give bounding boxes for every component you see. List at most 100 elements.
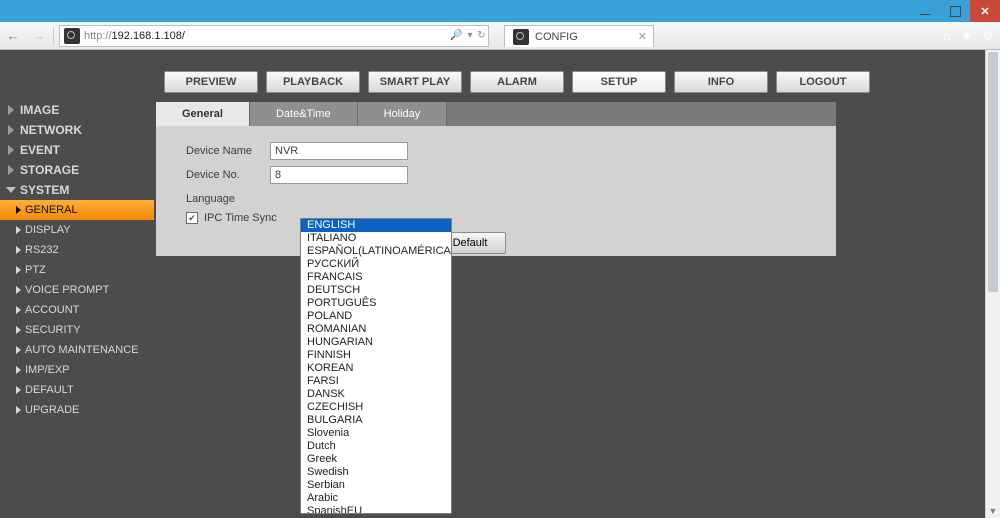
sidebar-item-default[interactable]: DEFAULT — [0, 380, 154, 400]
nav-setup[interactable]: SETUP — [572, 71, 666, 93]
home-icon[interactable]: ⌂ — [943, 28, 951, 44]
scroll-handle[interactable] — [988, 52, 998, 292]
language-option[interactable]: HUNGARIAN — [301, 336, 451, 349]
url-scheme: http:// — [84, 30, 112, 42]
sidebar-section-system[interactable]: SYSTEM — [0, 180, 154, 200]
ipc-time-sync-row[interactable]: ✔ IPC Time Sync — [186, 212, 836, 224]
sidebar-item-auto-maintenance[interactable]: AUTO MAINTENANCE — [0, 340, 154, 360]
window-close-button[interactable] — [970, 0, 1000, 22]
sidebar-item-imp-exp[interactable]: IMP/EXP — [0, 360, 154, 380]
sidebar: IMAGE NETWORK EVENT STORAGE SYSTEM GENER… — [0, 50, 154, 518]
language-option[interactable]: KOREAN — [301, 362, 451, 375]
language-option[interactable]: SpanishEU — [301, 505, 451, 514]
nav-info[interactable]: INFO — [674, 71, 768, 93]
language-option[interactable]: Slovenia — [301, 427, 451, 440]
window-minimize-button[interactable] — [910, 0, 940, 22]
forward-button[interactable]: → — [26, 25, 52, 47]
language-option[interactable]: ENGLISH — [301, 219, 451, 232]
tab-general[interactable]: General — [156, 102, 250, 126]
sidebar-item-account[interactable]: ACCOUNT — [0, 300, 154, 320]
favorites-icon[interactable]: ★ — [961, 28, 973, 44]
sidebar-section-storage[interactable]: STORAGE — [0, 160, 154, 180]
tab-title: CONFIG — [535, 31, 578, 43]
sidebar-item-display[interactable]: DISPLAY — [0, 220, 154, 240]
nav-preview[interactable]: PREVIEW — [164, 71, 258, 93]
language-option[interactable]: ESPAÑOL(LATINOAMÉRICA) — [301, 245, 451, 258]
language-option[interactable]: Serbian — [301, 479, 451, 492]
sidebar-item-label: GENERAL — [25, 204, 78, 216]
url-host: 192.168.1.108/ — [112, 30, 185, 42]
sidebar-item-upgrade[interactable]: UPGRADE — [0, 400, 154, 420]
sidebar-label: IMAGE — [20, 103, 59, 117]
app-root: IMAGE NETWORK EVENT STORAGE SYSTEM GENER… — [0, 50, 1000, 518]
search-icon[interactable]: 🔎 — [450, 30, 462, 41]
browser-tab[interactable]: CONFIG ✕ — [504, 25, 654, 47]
top-nav: PREVIEW PLAYBACK SMART PLAY ALARM SETUP … — [154, 62, 1000, 102]
language-option[interactable]: PORTUGUÊS — [301, 297, 451, 310]
sidebar-item-label: VOICE PROMPT — [25, 284, 109, 296]
sidebar-label: STORAGE — [20, 163, 79, 177]
nav-playback[interactable]: PLAYBACK — [266, 71, 360, 93]
ipc-time-sync-checkbox[interactable]: ✔ — [186, 212, 198, 224]
language-option[interactable]: DEUTSCH — [301, 284, 451, 297]
sidebar-item-security[interactable]: SECURITY — [0, 320, 154, 340]
language-option[interactable]: Dutch — [301, 440, 451, 453]
address-text: http://192.168.1.108/ — [84, 30, 448, 42]
language-option[interactable]: DANSK — [301, 388, 451, 401]
language-option[interactable]: РУССКИЙ — [301, 258, 451, 271]
ipc-time-sync-label: IPC Time Sync — [204, 212, 277, 224]
sidebar-item-ptz[interactable]: PTZ — [0, 260, 154, 280]
dropdown-icon[interactable]: ▾ — [468, 30, 473, 41]
language-option[interactable]: Greek — [301, 453, 451, 466]
language-option[interactable]: FARSI — [301, 375, 451, 388]
window-titlebar — [0, 0, 1000, 22]
device-no-input[interactable]: 8 — [270, 166, 408, 184]
vertical-scrollbar[interactable]: ▲ ▼ — [985, 50, 1000, 518]
chevron-right-icon — [16, 386, 21, 394]
sidebar-item-general[interactable]: GENERAL — [0, 200, 154, 220]
caret-right-icon — [8, 145, 14, 155]
language-option[interactable]: ITALIANO — [301, 232, 451, 245]
sidebar-item-label: DEFAULT — [25, 384, 74, 396]
refresh-icon[interactable]: ↻ — [477, 30, 485, 41]
sidebar-item-rs232[interactable]: RS232 — [0, 240, 154, 260]
subtab-bar: General Date&Time Holiday — [156, 102, 836, 126]
sidebar-label: EVENT — [20, 143, 60, 157]
window-maximize-button[interactable] — [940, 0, 970, 22]
chevron-right-icon — [16, 346, 21, 354]
nav-smartplay[interactable]: SMART PLAY — [368, 71, 462, 93]
language-option[interactable]: Arabic — [301, 492, 451, 505]
tab-close-icon[interactable]: ✕ — [638, 30, 647, 43]
sidebar-section-image[interactable]: IMAGE — [0, 100, 154, 120]
tab-holiday[interactable]: Holiday — [358, 102, 448, 126]
language-option[interactable]: FRANCAIS — [301, 271, 451, 284]
language-option[interactable]: CZECHISH — [301, 401, 451, 414]
chevron-right-icon — [16, 286, 21, 294]
tools-icon[interactable]: ⚙ — [982, 28, 994, 44]
language-label: Language — [186, 193, 270, 205]
nav-logout[interactable]: LOGOUT — [776, 71, 870, 93]
back-button[interactable]: ← — [0, 25, 26, 47]
address-bar[interactable]: http://192.168.1.108/ 🔎 ▾ ↻ — [59, 25, 489, 47]
caret-down-icon — [6, 187, 16, 193]
language-option[interactable]: POLAND — [301, 310, 451, 323]
address-actions: 🔎 ▾ ↻ — [448, 30, 488, 41]
language-option[interactable]: BULGARIA — [301, 414, 451, 427]
toolbar-separator — [53, 27, 54, 45]
sidebar-section-event[interactable]: EVENT — [0, 140, 154, 160]
sidebar-item-label: SECURITY — [25, 324, 81, 336]
tab-datetime[interactable]: Date&Time — [250, 102, 358, 126]
device-name-input[interactable]: NVR — [270, 142, 408, 160]
sidebar-item-label: UPGRADE — [25, 404, 79, 416]
language-dropdown[interactable]: ENGLISHITALIANOESPAÑOL(LATINOAMÉRICA)РУС… — [300, 218, 452, 514]
sidebar-label: SYSTEM — [20, 183, 69, 197]
sidebar-item-voice-prompt[interactable]: VOICE PROMPT — [0, 280, 154, 300]
sidebar-label: NETWORK — [20, 123, 82, 137]
language-option[interactable]: Swedish — [301, 466, 451, 479]
tab-favicon-icon — [513, 29, 529, 45]
language-option[interactable]: FINNISH — [301, 349, 451, 362]
nav-alarm[interactable]: ALARM — [470, 71, 564, 93]
scroll-down-icon[interactable]: ▼ — [986, 503, 1000, 518]
language-option[interactable]: ROMANIAN — [301, 323, 451, 336]
sidebar-section-network[interactable]: NETWORK — [0, 120, 154, 140]
